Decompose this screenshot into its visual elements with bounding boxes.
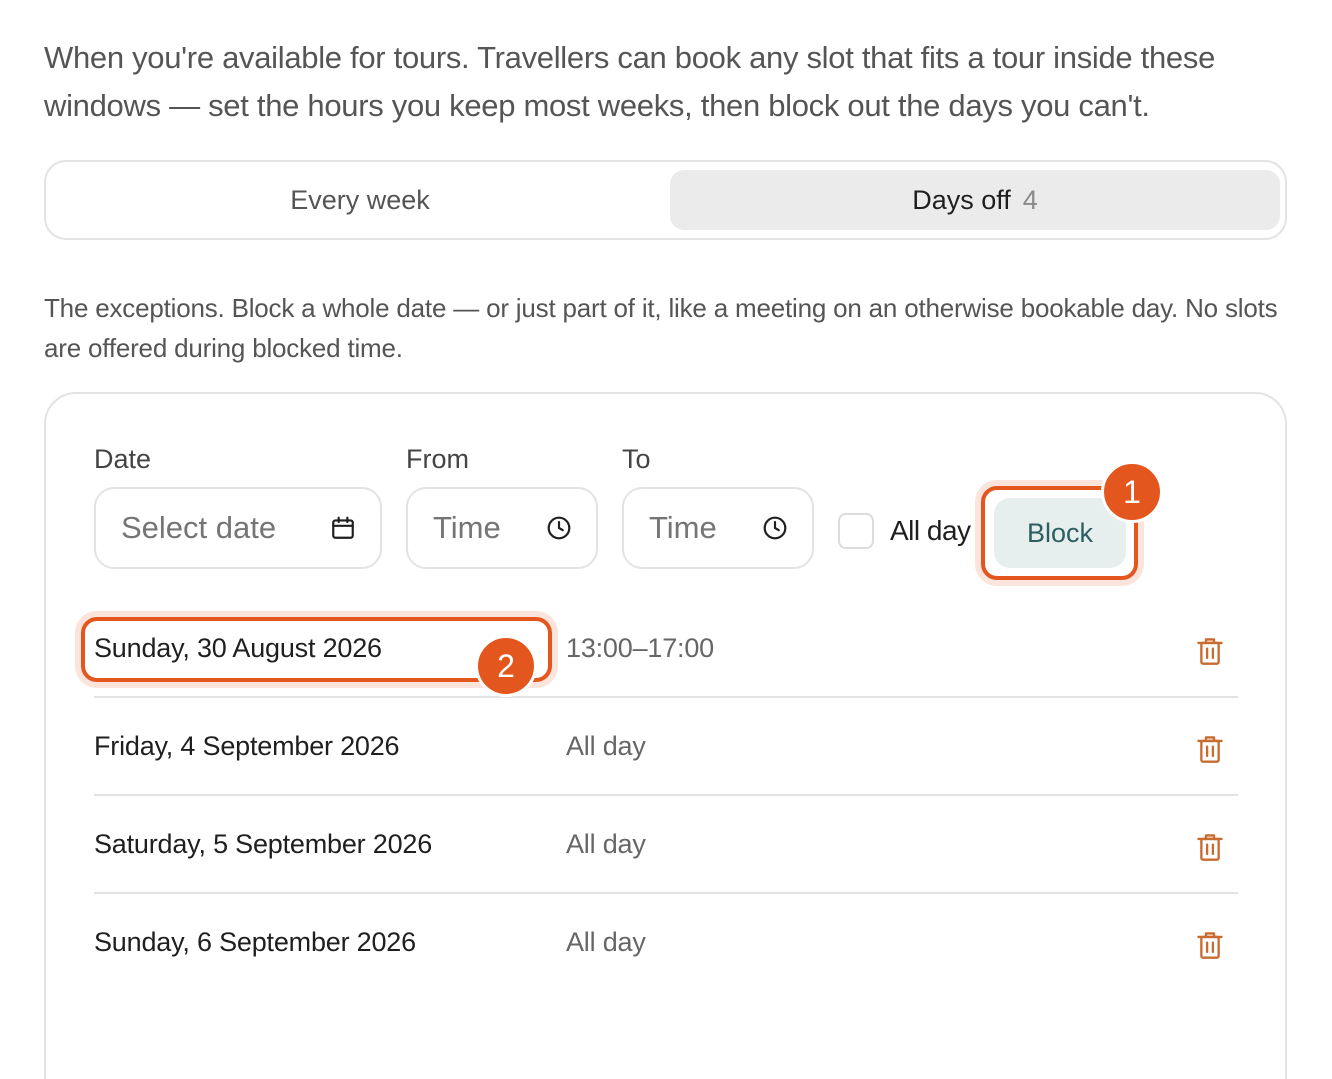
callout-badge-1: 1 xyxy=(1101,461,1163,523)
blocked-day-row: Friday, 4 September 2026 All day xyxy=(94,698,1238,796)
trash-icon[interactable] xyxy=(1196,930,1224,960)
to-label: To xyxy=(622,444,651,474)
blocked-day-row: Saturday, 5 September 2026 All day xyxy=(94,796,1238,894)
all-day-checkbox[interactable] xyxy=(838,513,874,549)
calendar-icon[interactable] xyxy=(330,515,356,541)
days-off-description: The exceptions. Block a whole date — or … xyxy=(44,293,1278,363)
clock-icon[interactable] xyxy=(546,515,572,541)
tab-every-week[interactable]: Every week xyxy=(54,170,666,230)
from-time-input[interactable]: Time xyxy=(406,487,598,569)
blocked-day-time: All day xyxy=(566,927,646,957)
callout-badge-2: 2 xyxy=(475,635,537,697)
date-input[interactable]: Select date xyxy=(94,487,382,569)
tab-days-off-label: Days off xyxy=(912,184,1011,215)
from-label: From xyxy=(406,444,469,474)
trash-icon[interactable] xyxy=(1196,636,1224,666)
trash-icon[interactable] xyxy=(1196,832,1224,862)
blocked-day-time: All day xyxy=(566,731,646,761)
blocked-day-date: Friday, 4 September 2026 xyxy=(94,731,400,761)
to-time-placeholder: Time xyxy=(649,510,717,545)
clock-icon[interactable] xyxy=(762,515,788,541)
days-off-count-badge: 4 xyxy=(1022,184,1038,215)
from-time-placeholder: Time xyxy=(433,510,501,545)
to-time-input[interactable]: Time xyxy=(622,487,814,569)
blocked-day-time: All day xyxy=(566,829,646,859)
all-day-label: All day xyxy=(890,515,971,546)
tab-days-off[interactable]: Days off 4 xyxy=(670,170,1280,230)
availability-tabs: Every week Days off 4 xyxy=(44,160,1287,240)
blocked-day-date: Sunday, 6 September 2026 xyxy=(94,927,416,957)
date-label: Date xyxy=(94,444,152,474)
trash-icon[interactable] xyxy=(1196,734,1224,764)
date-placeholder: Select date xyxy=(121,510,277,545)
all-day-toggle[interactable]: All day xyxy=(838,513,971,549)
intro-text: When you're available for tours. Travell… xyxy=(44,40,1216,123)
blocked-day-time: 13:00–17:00 xyxy=(566,633,714,663)
blocked-day-row: Sunday, 6 September 2026 All day xyxy=(94,894,1238,992)
tab-every-week-label: Every week xyxy=(290,184,430,215)
blocked-day-date: Saturday, 5 September 2026 xyxy=(94,829,433,859)
